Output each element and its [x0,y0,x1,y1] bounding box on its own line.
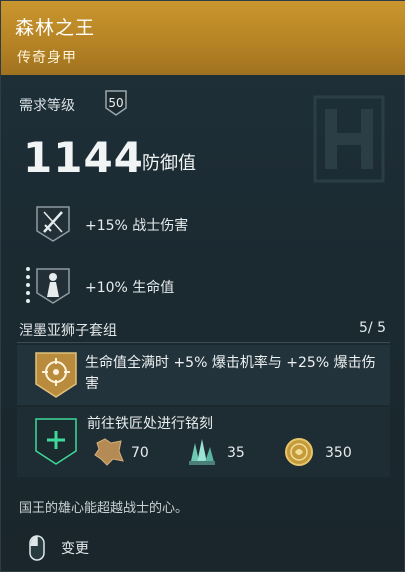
drachmae-amount: 350 [325,445,352,461]
level-badge: 50 [103,88,129,118]
change-button[interactable]: 变更 [23,533,113,563]
defense-label: 防御值 [142,153,196,174]
warrior-swords-icon [33,201,73,245]
defense-value: 1144 [23,133,144,182]
change-label: 变更 [61,541,89,557]
crystal-amount: 35 [227,445,245,461]
mouse-icon [29,535,45,561]
drachmae-coin-icon [283,435,315,469]
set-target-icon [33,350,79,400]
requirement-label: 需求等级 [19,98,75,114]
set-name: 涅墨亚狮子套组 [19,323,117,339]
set-bonus-text: 生命值全满时 +5% 爆击机率与 +25% 爆击伤害 [85,355,376,392]
item-rarity: 传奇身甲 [17,50,77,66]
perk-health: +10% 生命值 [85,280,175,296]
item-name: 森林之王 [15,17,96,39]
leather-icon [93,435,125,469]
item-header: 森林之王 传奇身甲 [1,1,405,75]
requirement-level: 50 [108,96,124,110]
health-figure-icon [23,263,73,307]
engrave-title: 前往铁匠处进行铭刻 [87,416,213,432]
leather-amount: 70 [131,445,149,461]
crystal-icon [185,435,217,469]
plus-icon [33,415,79,467]
item-tooltip: 森林之王 传奇身甲 需求等级 50 1144 防御值 +15% 战士伤害 +10… [0,0,405,572]
armor-class-watermark-icon [311,93,387,185]
set-header: 涅墨亚狮子套组 5/ 5 [17,320,390,343]
set-bonus: 生命值全满时 +5% 爆击机率与 +25% 爆击伤害 [17,345,390,405]
set-count: 5/ 5 [359,320,386,336]
engrave-panel: 前往铁匠处进行铭刻 70 35 350 [17,407,390,477]
perk-warrior-damage: +15% 战士伤害 [85,218,189,234]
flavor-text: 国王的雄心能超越战士的心。 [19,501,189,516]
